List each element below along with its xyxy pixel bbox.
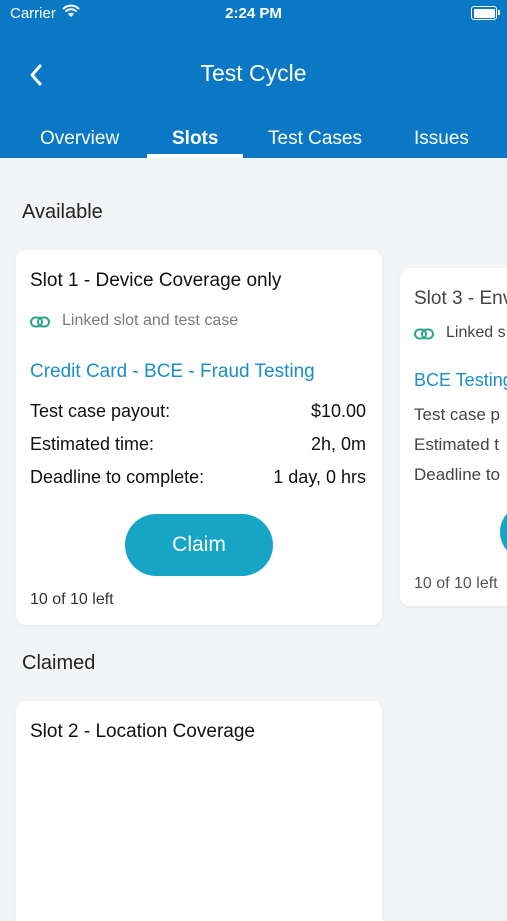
deadline-value: 1 day, 0 hrs <box>273 467 366 487</box>
slots-remaining: 10 of 10 left <box>30 591 114 608</box>
linked-label: Linked s <box>446 324 506 341</box>
slot-card: Slot 3 - Env Linked s BCE Testing Test c… <box>400 268 507 606</box>
slots-remaining: 10 of 10 left <box>414 575 498 592</box>
deadline-label: Deadline to complete: <box>30 467 205 487</box>
tab-bar: Overview Slots Test Cases Issues <box>0 128 507 158</box>
active-tab-indicator <box>147 154 243 158</box>
app-header: Carrier 2:24 PM Test Cycle Overview Slot… <box>0 0 507 158</box>
time-label: Estimated t <box>414 435 500 454</box>
payout-label: Test case p <box>414 405 500 424</box>
payout-value: $10.00 <box>310 401 366 421</box>
section-heading-claimed: Claimed <box>22 652 96 674</box>
payout-row: Test case payout: $10.00 <box>30 401 366 422</box>
test-case-link[interactable]: Credit Card - BCE - Fraud Testing <box>30 361 315 383</box>
tab-test-cases[interactable]: Test Cases <box>268 128 362 150</box>
slot-title: Slot 2 - Location Coverage <box>30 721 255 742</box>
tab-slots[interactable]: Slots <box>172 128 218 150</box>
linked-indicator: Linked slot and test case <box>30 312 238 330</box>
tab-overview[interactable]: Overview <box>40 128 119 150</box>
link-icon <box>30 316 50 328</box>
linked-label: Linked slot and test case <box>62 312 239 329</box>
time-row: Estimated time: 2h, 0m <box>30 434 366 455</box>
time-label: Estimated time: <box>30 434 155 454</box>
status-time: 2:24 PM <box>225 5 282 22</box>
page-title: Test Cycle <box>200 60 307 86</box>
tab-issues[interactable]: Issues <box>414 128 469 150</box>
link-icon <box>414 328 434 340</box>
deadline-label: Deadline to <box>414 465 501 484</box>
claim-button[interactable] <box>500 504 507 560</box>
status-bar: Carrier 2:24 PM <box>0 0 507 28</box>
payout-label: Test case payout: <box>30 401 171 421</box>
test-case-link[interactable]: BCE Testing <box>414 370 507 391</box>
battery-icon <box>471 6 500 20</box>
linked-indicator: Linked s <box>414 324 506 342</box>
slot-card: Slot 1 - Device Coverage only Linked slo… <box>16 250 382 625</box>
deadline-row: Deadline to complete: 1 day, 0 hrs <box>30 467 366 488</box>
slot-title: Slot 3 - Env <box>414 288 507 309</box>
slot-title: Slot 1 - Device Coverage only <box>30 270 282 291</box>
section-heading-available: Available <box>22 201 103 223</box>
claim-button[interactable]: Claim <box>125 514 273 576</box>
time-value: 2h, 0m <box>310 434 366 454</box>
slot-card: Slot 2 - Location Coverage <box>16 701 382 921</box>
